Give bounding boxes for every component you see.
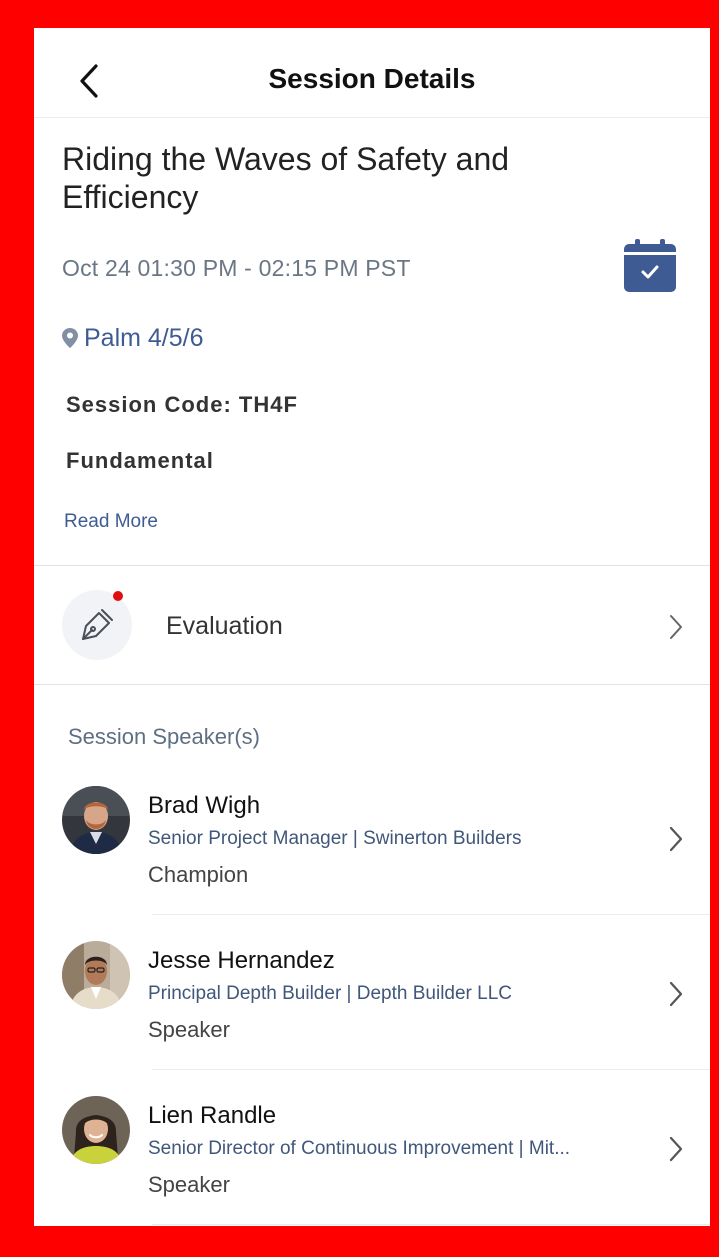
session-code: Session Code: TH4F [66, 392, 298, 417]
speaker-row[interactable]: Brad Wigh Senior Project Manager | Swine… [34, 786, 710, 940]
avatar [62, 941, 130, 1009]
session-location[interactable]: Palm 4/5/6 [62, 324, 204, 353]
speaker-row[interactable]: Lien Randle Senior Director of Continuou… [34, 1096, 710, 1226]
evaluation-label: Evaluation [166, 612, 283, 640]
calendar-check-icon [624, 239, 676, 292]
chevron-right-icon [669, 1136, 683, 1162]
evaluation-icon-badge [62, 590, 132, 660]
avatar [62, 786, 130, 854]
location-label: Palm 4/5/6 [84, 324, 204, 352]
speaker-name: Lien Randle [148, 1102, 277, 1129]
speaker-role: Champion [148, 862, 249, 887]
chevron-right-icon [670, 615, 682, 639]
speaker-title: Principal Depth Builder | Depth Builder … [148, 983, 513, 1004]
speaker-role: Speaker [148, 1017, 230, 1042]
chevron-right-icon [669, 981, 683, 1007]
divider [152, 1224, 710, 1225]
divider [34, 684, 710, 685]
speaker-role: Speaker [148, 1172, 230, 1197]
notification-dot [113, 591, 123, 601]
speakers-heading: Session Speaker(s) [68, 724, 260, 749]
add-to-calendar-button[interactable] [622, 238, 678, 294]
speaker-title: Senior Director of Continuous Improvemen… [148, 1138, 571, 1159]
speaker-title: Senior Project Manager | Swinerton Build… [148, 828, 522, 849]
divider [152, 914, 710, 915]
session-level: Fundamental [66, 448, 214, 473]
read-more-link[interactable]: Read More [64, 511, 158, 533]
chevron-right-icon [669, 826, 683, 852]
top-bar: Session Details [34, 28, 710, 118]
evaluation-row[interactable]: Evaluation [34, 566, 710, 684]
speaker-row[interactable]: Jesse Hernandez Principal Depth Builder … [34, 941, 710, 1095]
page-title: Session Details [268, 63, 476, 94]
speaker-name: Jesse Hernandez [148, 947, 335, 974]
session-title: Riding the Waves of Safety and Efficienc… [62, 141, 510, 215]
session-time: Oct 24 01:30 PM - 02:15 PM PST [62, 255, 411, 281]
app-screen: Session Details Riding the Waves of Safe… [34, 28, 710, 1226]
avatar [62, 1096, 130, 1164]
divider [152, 1069, 710, 1070]
speaker-name: Brad Wigh [148, 792, 261, 819]
map-pin-icon [62, 328, 78, 348]
pen-icon [82, 609, 113, 640]
